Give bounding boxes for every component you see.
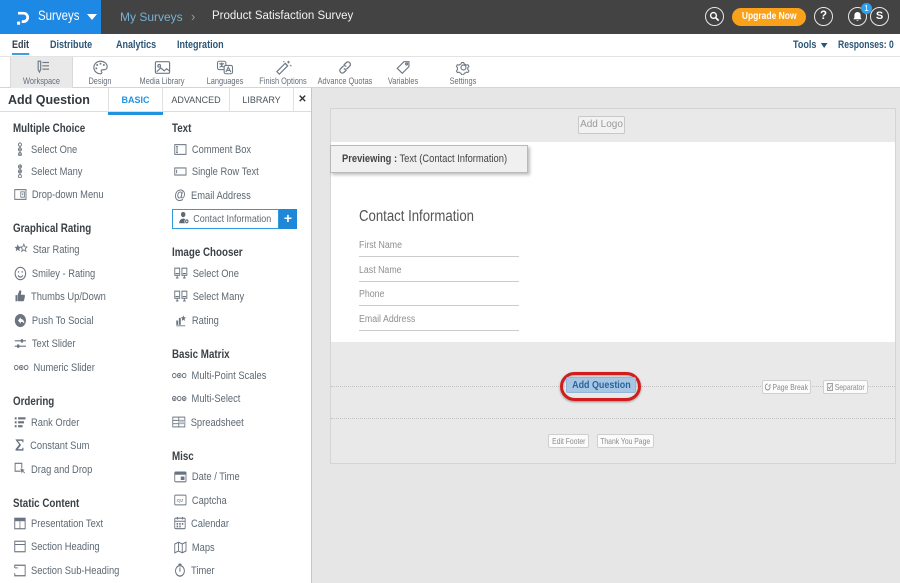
svg-text:xyz: xyz xyxy=(177,499,184,504)
